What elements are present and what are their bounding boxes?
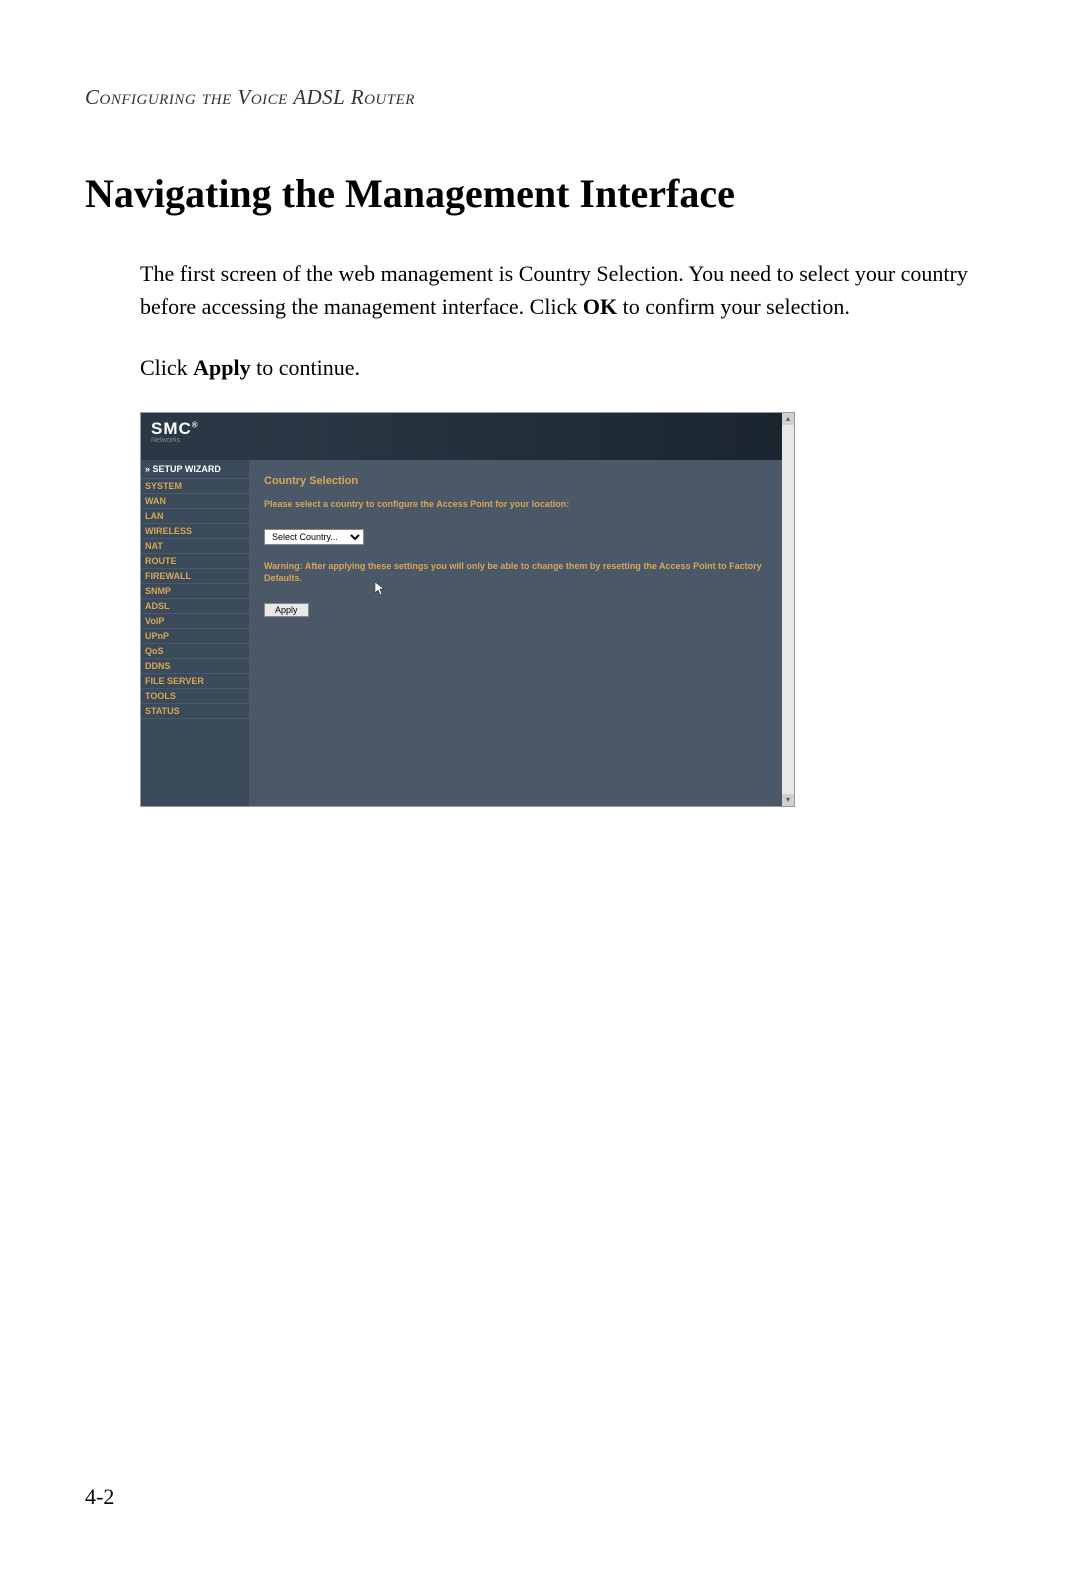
- logo-registered: ®: [192, 420, 199, 429]
- logo-text: SMC®: [151, 419, 239, 439]
- cursor-icon: [375, 582, 385, 596]
- sidebar-item-adsl[interactable]: ADSL: [141, 599, 249, 614]
- scroll-down-icon[interactable]: ▾: [782, 794, 794, 806]
- paragraph-2: Click Apply to continue.: [140, 351, 995, 384]
- content-instruction: Please select a country to configure the…: [264, 499, 767, 509]
- warning-text: Warning: After applying these settings y…: [264, 561, 767, 584]
- logo-area: SMC® Networks: [141, 413, 249, 460]
- sidebar-item-upnp[interactable]: UPnP: [141, 629, 249, 644]
- sidebar-item-route[interactable]: ROUTE: [141, 554, 249, 569]
- embedded-screenshot: SMC® Networks » SETUP WIZARD SYSTEM WAN …: [140, 412, 795, 807]
- content-area: Country Selection Please select a countr…: [249, 460, 782, 806]
- sidebar-item-snmp[interactable]: SNMP: [141, 584, 249, 599]
- sidebar-item-qos[interactable]: QoS: [141, 644, 249, 659]
- p2-bold-1: Apply: [193, 355, 250, 380]
- page-header: Configuring the Voice ADSL Router: [85, 85, 995, 110]
- sidebar: » SETUP WIZARD SYSTEM WAN LAN WIRELESS N…: [141, 460, 249, 806]
- scrollbar-vertical[interactable]: ▴ ▾: [782, 413, 794, 806]
- sidebar-item-ddns[interactable]: DDNS: [141, 659, 249, 674]
- top-banner: [249, 413, 782, 460]
- sidebar-item-file-server[interactable]: FILE SERVER: [141, 674, 249, 689]
- section-title: Navigating the Management Interface: [85, 170, 995, 217]
- sidebar-item-voip[interactable]: VoIP: [141, 614, 249, 629]
- country-select[interactable]: Select Country...: [264, 529, 364, 545]
- sidebar-item-lan[interactable]: LAN: [141, 509, 249, 524]
- p1-text-2: to confirm your selection.: [617, 294, 850, 319]
- sidebar-item-tools[interactable]: TOOLS: [141, 689, 249, 704]
- sidebar-item-setup-wizard[interactable]: » SETUP WIZARD: [141, 460, 249, 479]
- sidebar-item-wan[interactable]: WAN: [141, 494, 249, 509]
- sidebar-item-firewall[interactable]: FIREWALL: [141, 569, 249, 584]
- content-title: Country Selection: [264, 475, 767, 487]
- scroll-up-icon[interactable]: ▴: [782, 413, 794, 425]
- page-number: 4-2: [85, 1484, 114, 1510]
- p1-bold-1: OK: [583, 294, 617, 319]
- p2-text-1: Click: [140, 355, 193, 380]
- sidebar-item-status[interactable]: STATUS: [141, 704, 249, 719]
- p2-text-2: to continue.: [251, 355, 360, 380]
- sidebar-item-system[interactable]: SYSTEM: [141, 479, 249, 494]
- paragraph-1: The first screen of the web management i…: [140, 257, 995, 323]
- apply-button[interactable]: Apply: [264, 603, 309, 617]
- sidebar-item-wireless[interactable]: WIRELESS: [141, 524, 249, 539]
- sidebar-item-nat[interactable]: NAT: [141, 539, 249, 554]
- logo-main: SMC: [151, 419, 192, 438]
